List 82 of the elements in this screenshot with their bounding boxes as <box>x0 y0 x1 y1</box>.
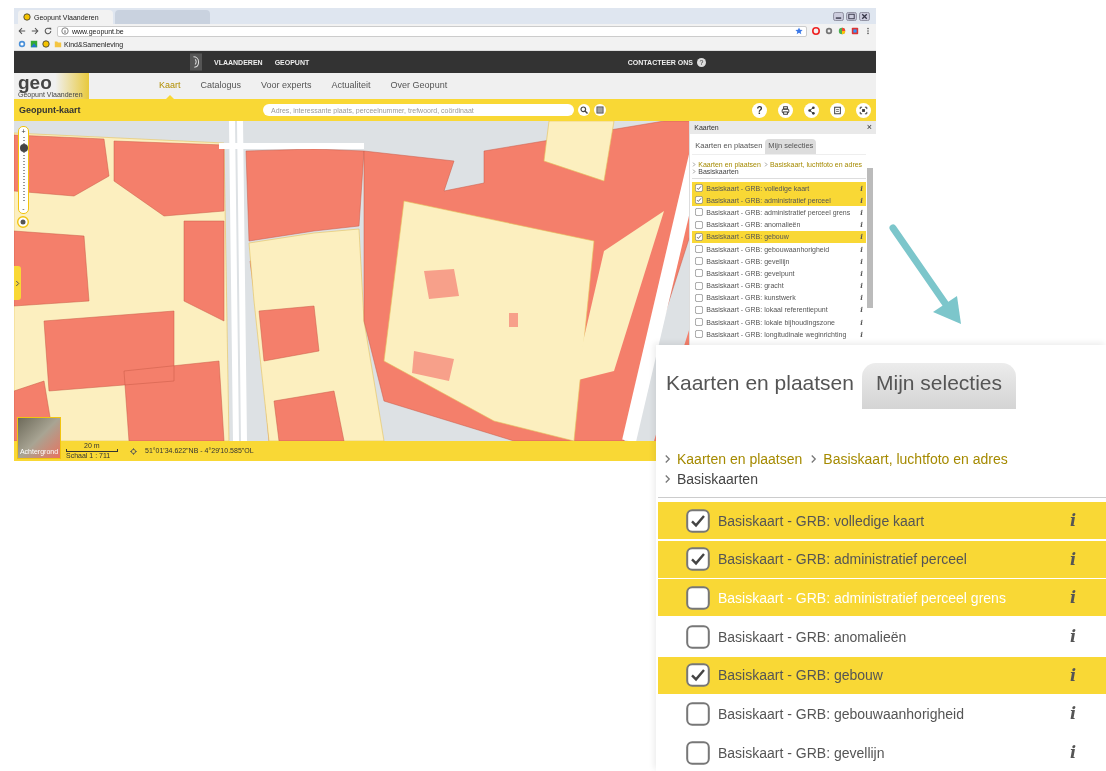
checkbox[interactable] <box>695 293 704 302</box>
site-icon <box>23 13 31 21</box>
back-icon[interactable] <box>18 27 26 35</box>
folder-icon <box>54 40 62 48</box>
checkbox[interactable] <box>695 208 704 217</box>
layer-label: Basiskaart - GRB: anomalieën <box>718 628 907 645</box>
checkbox[interactable] <box>695 318 704 327</box>
layer-label: Basiskaart - GRB: gevellijn <box>718 744 885 761</box>
info-button[interactable]: i <box>1069 549 1076 569</box>
layer-label: Basiskaart - GRB: administratief perceel grens <box>718 589 1006 606</box>
layer-row[interactable]: Basiskaart - GRB: gebouw i <box>658 656 1106 694</box>
info-button[interactable]: i <box>1069 588 1076 608</box>
panel-tab[interactable]: Mijn selecties <box>862 363 1017 409</box>
info-icon <box>61 27 69 35</box>
layer-row[interactable]: Basiskaart - GRB: gebouwaanhorigheid i <box>658 695 1106 733</box>
breadcrumb-current: Basiskaarten <box>677 471 758 487</box>
checked-checkbox[interactable] <box>686 508 710 533</box>
info-button[interactable]: i <box>1069 511 1076 530</box>
apps-icon[interactable] <box>18 40 26 48</box>
checkbox[interactable] <box>686 701 710 726</box>
breadcrumb-link[interactable]: Basiskaart, luchtfoto en adres <box>823 451 1008 467</box>
panel-tab[interactable]: Kaarten en plaatsen <box>658 363 862 409</box>
info-button[interactable]: i <box>1069 627 1076 647</box>
checkbox[interactable] <box>695 257 704 266</box>
bookmark-site-icon[interactable] <box>30 40 38 48</box>
scrollbar[interactable] <box>867 168 873 308</box>
layer-row[interactable]: Basiskaart - GRB: volledige kaart i <box>658 502 1106 539</box>
layer-row[interactable]: Basiskaart - GRB: anomalieën i <box>658 618 1106 656</box>
zoom-slider-thumb[interactable] <box>19 144 28 153</box>
checkbox[interactable] <box>695 330 704 339</box>
checkbox[interactable] <box>695 269 704 278</box>
chevron-right-icon <box>15 279 20 287</box>
checkbox[interactable] <box>695 220 704 229</box>
layer-label: Basiskaart - GRB: administratief perceel <box>718 551 967 568</box>
fullscreen-icon[interactable] <box>856 102 871 118</box>
table-icon[interactable] <box>594 104 606 116</box>
close-button[interactable]: × <box>866 123 872 132</box>
layer-row[interactable]: Basiskaart - GRB: administratief perceel grens i <box>658 579 1106 617</box>
info-button[interactable]: i <box>1069 665 1076 685</box>
nav-link[interactable]: Over Geopunt <box>390 73 448 99</box>
checked-checkbox[interactable] <box>686 663 710 688</box>
extension-icon[interactable] <box>851 27 859 35</box>
scale-bar <box>66 449 118 452</box>
print-icon[interactable] <box>778 102 793 118</box>
checkbox[interactable] <box>695 281 704 290</box>
help-button[interactable]: ? <box>752 102 767 118</box>
zoom-slider[interactable] <box>22 137 25 203</box>
crosshair-icon <box>130 447 137 455</box>
close-icon[interactable] <box>859 11 870 21</box>
checkbox[interactable] <box>686 585 710 610</box>
chevron-right-icon <box>810 454 818 464</box>
reload-icon[interactable] <box>44 27 52 35</box>
info-button[interactable]: i <box>1069 743 1076 763</box>
chevron-right-icon <box>763 162 768 167</box>
layer-label: Basiskaart - GRB: gebouw <box>718 667 883 684</box>
layer-label: Basiskaart - GRB: volledige kaart <box>718 512 925 529</box>
document-icon[interactable] <box>830 102 845 118</box>
bookmark-site-icon[interactable] <box>42 40 50 48</box>
info-button[interactable]: i <box>1069 704 1076 724</box>
layer-row[interactable]: Basiskaart - GRB: administratief perceel i <box>658 540 1106 578</box>
nav-link[interactable]: Voor experts <box>261 73 312 99</box>
layer-label: Basiskaart - GRB: gebouwaanhorigheid <box>718 705 964 722</box>
forward-icon[interactable] <box>31 27 39 35</box>
extension-icon[interactable] <box>838 27 846 35</box>
menu-icon[interactable] <box>864 27 872 35</box>
map-title: Geopunt-kaart <box>19 105 82 115</box>
checked-checkbox[interactable] <box>695 196 704 205</box>
checked-checkbox[interactable] <box>695 184 704 193</box>
checkbox[interactable] <box>695 245 704 254</box>
checkbox[interactable] <box>686 740 710 765</box>
checkbox[interactable] <box>695 305 704 314</box>
checkbox[interactable] <box>686 624 710 649</box>
nav-link[interactable]: Catalogus <box>200 73 242 99</box>
checked-checkbox[interactable] <box>695 232 704 241</box>
star-icon[interactable] <box>795 27 803 35</box>
layer-row[interactable]: Basiskaart - GRB: gevellijn i <box>658 734 1106 771</box>
minimize-icon[interactable] <box>833 11 844 21</box>
share-icon[interactable] <box>804 102 819 118</box>
checked-checkbox[interactable] <box>686 547 710 572</box>
search-icon[interactable] <box>578 104 590 116</box>
maximize-icon[interactable] <box>846 11 857 21</box>
nav-link[interactable]: Actualiteit <box>331 73 371 99</box>
